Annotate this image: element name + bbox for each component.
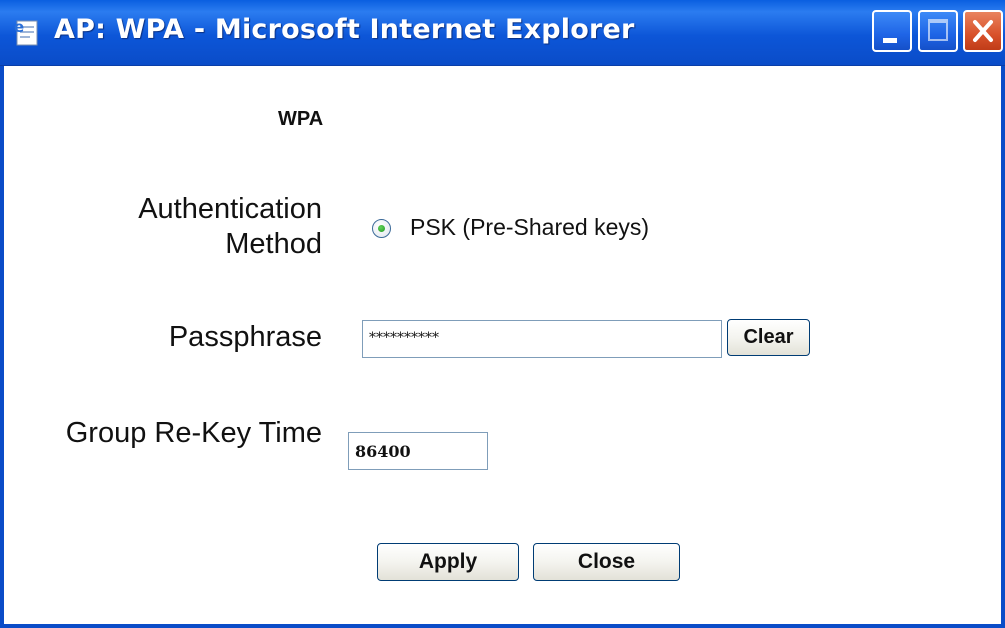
ie-window: e AP: WPA - Microsoft Internet Explorer … [0,0,1005,628]
ie-page-icon: e [14,18,38,46]
passphrase-input[interactable]: ********** [362,320,722,358]
maximize-button[interactable] [918,10,958,52]
group-rekey-label: Group Re-Key Time [65,417,322,449]
group-rekey-input[interactable]: 86400 [348,432,488,470]
passphrase-label: Passphrase [168,321,322,353]
psk-radio-label[interactable]: PSK (Pre-Shared keys) [410,214,649,241]
radio-selected-dot [378,225,385,232]
close-icon [973,20,993,42]
title-bar[interactable]: e AP: WPA - Microsoft Internet Explorer [0,0,1005,66]
svg-text:e: e [14,18,24,36]
window-title: AP: WPA - Microsoft Internet Explorer [54,14,635,45]
psk-radio[interactable] [372,219,391,238]
auth-method-label: Authentication Method [138,193,322,260]
clear-button[interactable]: Clear [727,319,810,356]
close-button[interactable]: Close [533,543,680,581]
apply-button[interactable]: Apply [377,543,519,581]
close-window-button[interactable] [963,10,1003,52]
maximize-icon [928,19,948,41]
minimize-button[interactable] [872,10,912,52]
section-title: WPA [278,108,324,130]
minimize-icon [883,38,897,43]
